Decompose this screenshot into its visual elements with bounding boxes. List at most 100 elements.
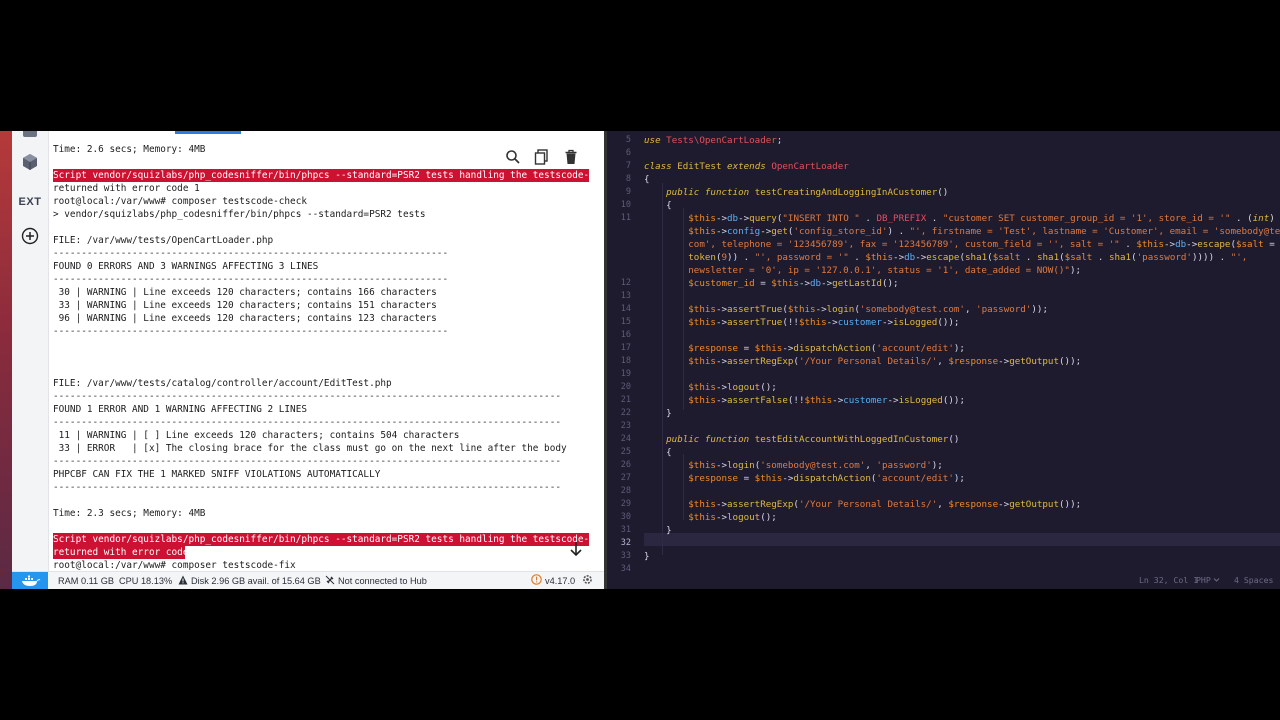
hub-status[interactable]: Not connected to Hub bbox=[338, 572, 427, 589]
disk-usage: Disk 2.96 GB avail. of 15.64 GB bbox=[191, 576, 321, 586]
line-number: 22 bbox=[620, 408, 631, 418]
terminal-tab-indicator bbox=[175, 131, 241, 134]
line-number: 26 bbox=[620, 460, 631, 470]
line-number: 13 bbox=[620, 291, 631, 301]
code-line-27: $response = $this->dispatchAction('accou… bbox=[688, 473, 965, 484]
line-number: 27 bbox=[620, 473, 631, 483]
sidebar-top-item[interactable] bbox=[12, 131, 48, 137]
line-number: 23 bbox=[620, 421, 631, 431]
line-number: 7 bbox=[625, 161, 631, 171]
terminal-line: ----------------------------------------… bbox=[53, 391, 561, 402]
terminal-line: ----------------------------------------… bbox=[53, 248, 449, 259]
line-number: 31 bbox=[620, 525, 631, 535]
terminal-line: 30 | WARNING | Line exceeds 120 characte… bbox=[53, 287, 437, 298]
trash-icon[interactable] bbox=[561, 147, 581, 167]
code-line-17: $response = $this->dispatchAction('accou… bbox=[688, 343, 965, 354]
terminal-line: PHPCBF CAN FIX THE 1 MARKED SNIFF VIOLAT… bbox=[53, 469, 381, 480]
code-line-20: $this->logout(); bbox=[688, 382, 777, 393]
terminal-line: ----------------------------------------… bbox=[53, 417, 561, 428]
terminal-output[interactable]: Time: 2.6 secs; Memory: 4MB Script vendor… bbox=[49, 131, 604, 571]
copy-icon[interactable] bbox=[532, 147, 552, 167]
terminal-line: FILE: /var/www/tests/OpenCartLoader.php bbox=[53, 235, 274, 246]
sidebar-ext-label: EXT bbox=[18, 196, 42, 208]
code-editor[interactable]: 5 6 7 8 9 10 11 12 13 14 15 16 17 18 19 20 21 22 23 24 25 26 2… bbox=[604, 131, 1280, 589]
terminal-line: 11 | WARNING | [ ] Line exceeds 120 char… bbox=[53, 430, 460, 441]
line-number: 17 bbox=[620, 343, 631, 353]
terminal-line: Script vendor/squizlabs/php_codesniffer/… bbox=[53, 533, 604, 546]
code-line-8: { bbox=[644, 174, 650, 185]
line-number: 12 bbox=[620, 278, 631, 288]
terminal-toolbar bbox=[501, 145, 591, 169]
terminal-line: ----------------------------------------… bbox=[53, 326, 449, 337]
code-line-22: } bbox=[644, 408, 672, 419]
terminal-line: ----------------------------------------… bbox=[53, 274, 449, 285]
line-number: 10 bbox=[620, 200, 631, 210]
line-number: 19 bbox=[620, 369, 631, 379]
settings-gear-icon[interactable] bbox=[582, 572, 593, 589]
code-line-12: $customer_id = $this->db->getLastId(); bbox=[688, 278, 899, 289]
line-number: 15 bbox=[620, 317, 631, 327]
line-number: 6 bbox=[625, 148, 631, 158]
scroll-to-bottom-icon[interactable] bbox=[566, 539, 586, 559]
code-line-11e: newsletter = '0', ip = '127.0.0.1', stat… bbox=[688, 265, 1082, 276]
terminal-line: ----------------------------------------… bbox=[53, 482, 561, 493]
terminal-line: returned with error code 2 bbox=[53, 546, 200, 559]
terminal-line: 96 | WARNING | Line exceeds 120 characte… bbox=[53, 313, 437, 324]
docker-whale-icon[interactable] bbox=[12, 572, 48, 589]
terminal-line: Script vendor/squizlabs/php_codesniffer/… bbox=[53, 169, 604, 182]
line-number: 34 bbox=[620, 564, 631, 574]
line-number: 14 bbox=[620, 304, 631, 314]
terminal-line: 33 | WARNING | Line exceeds 120 characte… bbox=[53, 300, 437, 311]
code-line-5: use Tests\OpenCartLoader; bbox=[644, 135, 783, 146]
current-line-highlight bbox=[644, 533, 1280, 546]
code-line-33: } bbox=[644, 551, 650, 562]
terminal-line: returned with error code 1 bbox=[53, 183, 200, 194]
search-icon[interactable] bbox=[503, 147, 523, 167]
terminal-line: FILE: /var/www/tests/catalog/controller/… bbox=[53, 378, 392, 389]
code-line-7: class EditTest extends OpenCartLoader bbox=[644, 161, 849, 172]
line-number: 5 bbox=[625, 135, 631, 145]
code-line-15: $this->assertTrue(!!$this->customer->isL… bbox=[688, 317, 960, 328]
indentation-setting[interactable]: 4 Spaces bbox=[1234, 575, 1273, 585]
code-area[interactable]: use Tests\OpenCartLoader; class EditTest… bbox=[644, 131, 1280, 571]
code-line-21: $this->assertFalse(!!$this->customer->is… bbox=[688, 395, 965, 406]
hub-disconnected-icon bbox=[325, 572, 335, 589]
code-line-14: $this->assertTrue($this->login('somebody… bbox=[688, 304, 1048, 315]
line-number: 28 bbox=[620, 486, 631, 496]
cursor-position[interactable]: Ln 32, Col 1 bbox=[1139, 575, 1198, 585]
editor-status-bar: Ln 32, Col 1 PHP 4 Spaces bbox=[607, 575, 1280, 589]
update-warning-icon[interactable] bbox=[531, 572, 542, 589]
add-extension-icon[interactable] bbox=[12, 227, 48, 245]
terminal-lines: Time: 2.6 secs; Memory: 4MB Script vendor… bbox=[53, 143, 604, 571]
language-mode[interactable]: PHP bbox=[1196, 575, 1211, 585]
docker-status-bar: RAM 0.11 GB CPU 18.13% Disk 2.96 GB avai… bbox=[12, 571, 604, 589]
terminal-line: Time: 2.3 secs; Memory: 4MB bbox=[53, 508, 206, 519]
docker-version: v4.17.0 bbox=[545, 576, 576, 586]
terminal-line: root@local:/var/www# composer testscode-… bbox=[53, 196, 307, 207]
terminal-line: FOUND 1 ERROR AND 1 WARNING AFFECTING 2 … bbox=[53, 404, 307, 415]
code-line-30: $this->logout(); bbox=[688, 512, 777, 523]
code-line-11c: com', telephone = '123456789', fax = '12… bbox=[688, 239, 1275, 250]
code-line-11: $this->db->query("INSERT INTO " . DB_PRE… bbox=[688, 213, 1275, 224]
code-line-11b: $this->config->get('config_store_id') . … bbox=[688, 226, 1280, 237]
terminal-line: 33 | ERROR | [x] The closing brace for t… bbox=[53, 443, 567, 454]
code-line-25: { bbox=[644, 447, 672, 458]
code-line-24: public function testEditAccountWithLogge… bbox=[666, 434, 960, 445]
terminal-line: ----------------------------------------… bbox=[53, 456, 561, 467]
code-line-10: { bbox=[644, 200, 672, 211]
line-number: 9 bbox=[625, 187, 631, 197]
line-number-gutter: 5 6 7 8 9 10 11 12 13 14 15 16 17 18 19 20 21 22 23 24 25 26 2… bbox=[607, 131, 631, 589]
code-line-18: $this->assertRegExp('/Your Personal Deta… bbox=[688, 356, 1082, 367]
code-line-29: $this->assertRegExp('/Your Personal Deta… bbox=[688, 499, 1082, 510]
code-line-31: } bbox=[644, 525, 672, 536]
ram-usage: RAM 0.11 GB bbox=[58, 576, 114, 586]
line-number: 29 bbox=[620, 499, 631, 509]
cpu-usage: CPU 18.13% bbox=[119, 576, 173, 586]
code-line-26: $this->login('somebody@test.com', 'passw… bbox=[688, 460, 943, 471]
extensions-cube-icon[interactable] bbox=[12, 153, 48, 171]
